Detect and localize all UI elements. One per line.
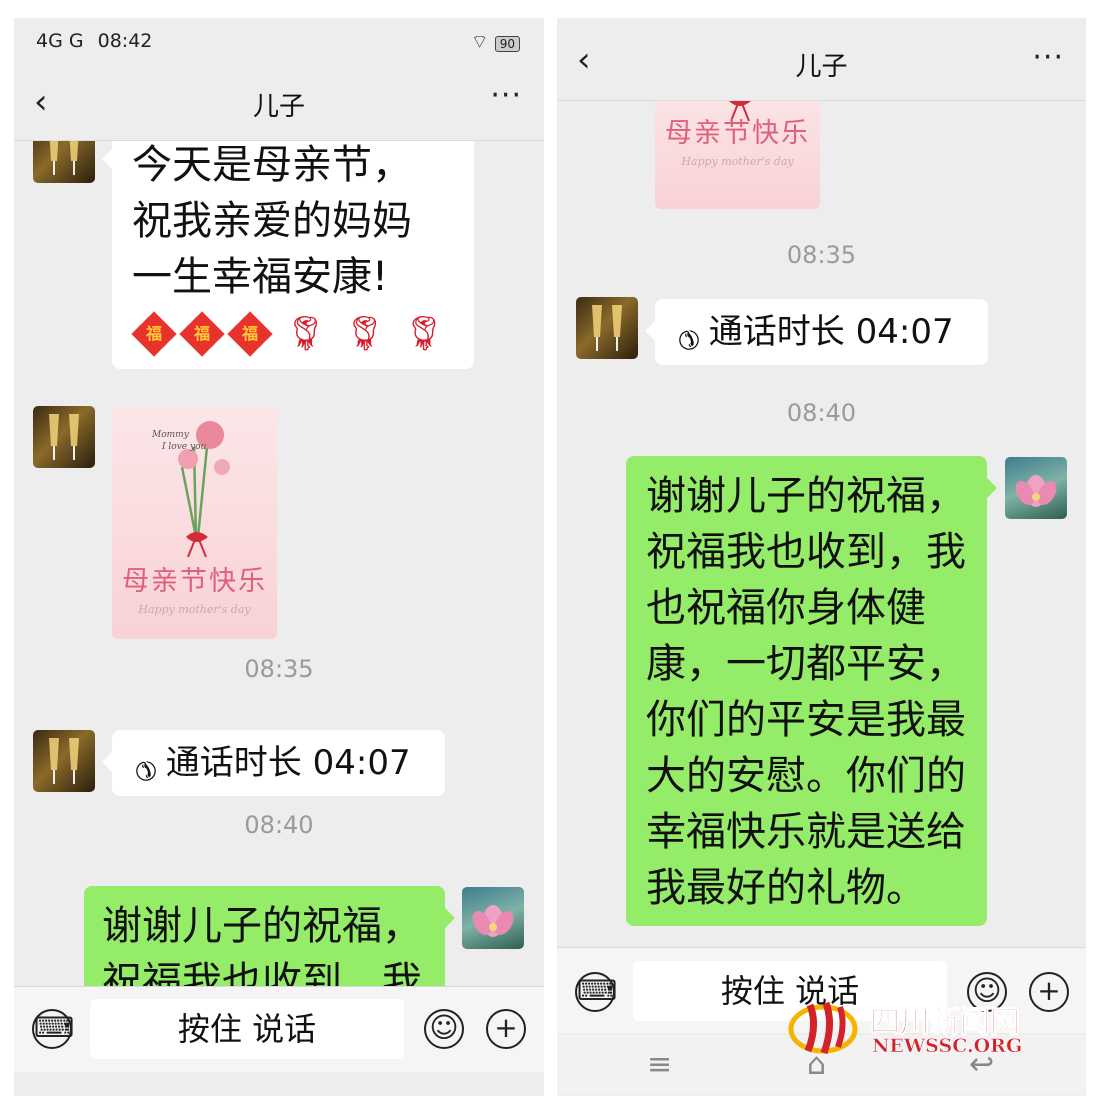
newsssc-logo-icon bbox=[788, 1001, 858, 1055]
more-options-icon[interactable]: ··· bbox=[490, 78, 522, 113]
keyboard-icon[interactable]: ⌨ bbox=[32, 1009, 74, 1049]
timestamp: 08:35 bbox=[244, 655, 314, 683]
svg-text:Mommy: Mommy bbox=[151, 430, 190, 440]
timestamp: 08:40 bbox=[244, 811, 314, 839]
contact-avatar[interactable] bbox=[33, 730, 95, 792]
card-subtitle: Happy mother's day bbox=[681, 155, 794, 168]
reply-text: 谢谢儿子的祝福，祝福我也收到，我也祝福你身体健康，一切都平安，你们的平安是我最大… bbox=[646, 473, 966, 911]
newsssc-watermark: 四川新闻网 NEWSSC.ORG bbox=[788, 995, 1048, 1065]
message-list[interactable]: 今天是母亲节， 祝我亲爱的妈妈 一生幸福安康! 福福福 🌹︎ 🌹︎ 🌹︎ Mommy bbox=[14, 141, 544, 986]
phone-call-icon: ✆ bbox=[126, 751, 164, 788]
rose-emoji-icon: 🌹︎ bbox=[402, 314, 446, 354]
reply-message-bubble[interactable]: 谢谢儿子的祝福，祝福我也收到，我 bbox=[84, 886, 455, 986]
mothers-day-card-image[interactable]: Mommy I love you 母亲节快乐 Happy mother's da… bbox=[112, 407, 277, 639]
status-right: ⌔ 90 bbox=[471, 30, 520, 54]
fu-emoji-icon: 福 bbox=[227, 311, 273, 357]
card-title: 母亲节快乐 bbox=[122, 566, 267, 597]
card-title: 母亲节快乐 bbox=[665, 118, 810, 149]
phone-call-icon: ✆ bbox=[669, 320, 707, 357]
timestamp: 08:35 bbox=[786, 241, 857, 269]
chat-title: 儿子 bbox=[795, 52, 848, 82]
rose-emoji-icon: 🌹︎ bbox=[284, 314, 328, 354]
watermark-domain: NEWSSC.ORG bbox=[872, 1035, 1023, 1058]
plus-icon[interactable]: + bbox=[486, 1009, 526, 1049]
greeting-message-bubble[interactable]: 今天是母亲节， 祝我亲爱的妈妈 一生幸福安康! 福福福 🌹︎ 🌹︎ 🌹︎ bbox=[102, 141, 474, 369]
call-duration-text: 通话时长 04:07 bbox=[708, 312, 954, 352]
self-avatar[interactable] bbox=[462, 887, 524, 949]
emoji-icon[interactable]: ☺ bbox=[424, 1009, 464, 1049]
fu-emoji-icon: 福 bbox=[179, 311, 225, 357]
rose-emoji-icon: 🌹︎ bbox=[343, 314, 387, 354]
status-left: 4G G 08:42 bbox=[36, 30, 152, 52]
contact-avatar[interactable] bbox=[576, 297, 638, 359]
wifi-icon: ⌔ bbox=[470, 31, 489, 53]
greeting-line: 祝我亲爱的妈妈 bbox=[132, 198, 412, 244]
card-subtitle: Happy mother's day bbox=[138, 603, 251, 616]
contact-avatar[interactable] bbox=[33, 141, 95, 183]
chat-input-bar: ⌨ 按住 说话 ☺ + bbox=[14, 986, 544, 1072]
chat-title: 儿子 bbox=[252, 92, 305, 122]
call-duration-text: 通话时长 04:07 bbox=[165, 743, 411, 783]
mothers-day-card-image[interactable]: 母亲节快乐 Happy mother's day bbox=[655, 101, 820, 209]
status-time: 08:42 bbox=[97, 30, 153, 52]
call-record-bubble[interactable]: ✆通话时长 04:07 bbox=[645, 299, 988, 365]
self-avatar[interactable] bbox=[1005, 457, 1067, 519]
battery-icon: 90 bbox=[494, 36, 520, 52]
timestamp: 08:40 bbox=[786, 399, 857, 427]
reply-text: 谢谢儿子的祝福，祝福我也收到，我 bbox=[102, 903, 422, 986]
contact-avatar[interactable] bbox=[33, 406, 95, 468]
svg-text:I love you: I love you bbox=[161, 442, 206, 452]
greeting-line: 今天是母亲节， bbox=[132, 142, 412, 188]
right-screenshot: ‹ 儿子 ··· 母亲节快乐 Happy mother's day 08:35 … bbox=[557, 18, 1086, 1096]
fu-emoji-icon: 福 bbox=[131, 311, 177, 357]
chat-navbar: ‹ 儿子 ··· bbox=[14, 68, 544, 141]
chat-navbar: ‹ 儿子 ··· bbox=[557, 18, 1086, 101]
emoji-row: 福福福 🌹︎ 🌹︎ 🌹︎ bbox=[131, 311, 474, 357]
more-options-icon[interactable]: ··· bbox=[1032, 40, 1064, 75]
greeting-line: 一生幸福安康! bbox=[132, 254, 389, 300]
left-screenshot: 4G G 08:42 ⌔ 90 ‹ 儿子 ··· 今天是母亲节， 祝我亲爱的妈妈… bbox=[14, 18, 544, 1096]
message-list[interactable]: 母亲节快乐 Happy mother's day 08:35 ✆通话时长 04:… bbox=[557, 101, 1086, 946]
status-bar: 4G G 08:42 ⌔ 90 bbox=[14, 18, 544, 66]
menu-icon[interactable]: ≡ bbox=[647, 1047, 672, 1082]
hold-to-talk-button[interactable]: 按住 说话 bbox=[90, 999, 404, 1059]
network-indicator: 4G G bbox=[36, 30, 84, 52]
call-record-bubble[interactable]: ✆通话时长 04:07 bbox=[102, 730, 445, 796]
reply-message-bubble[interactable]: 谢谢儿子的祝福，祝福我也收到，我也祝福你身体健康，一切都平安，你们的平安是我最大… bbox=[626, 456, 997, 926]
keyboard-icon[interactable]: ⌨ bbox=[575, 972, 617, 1012]
